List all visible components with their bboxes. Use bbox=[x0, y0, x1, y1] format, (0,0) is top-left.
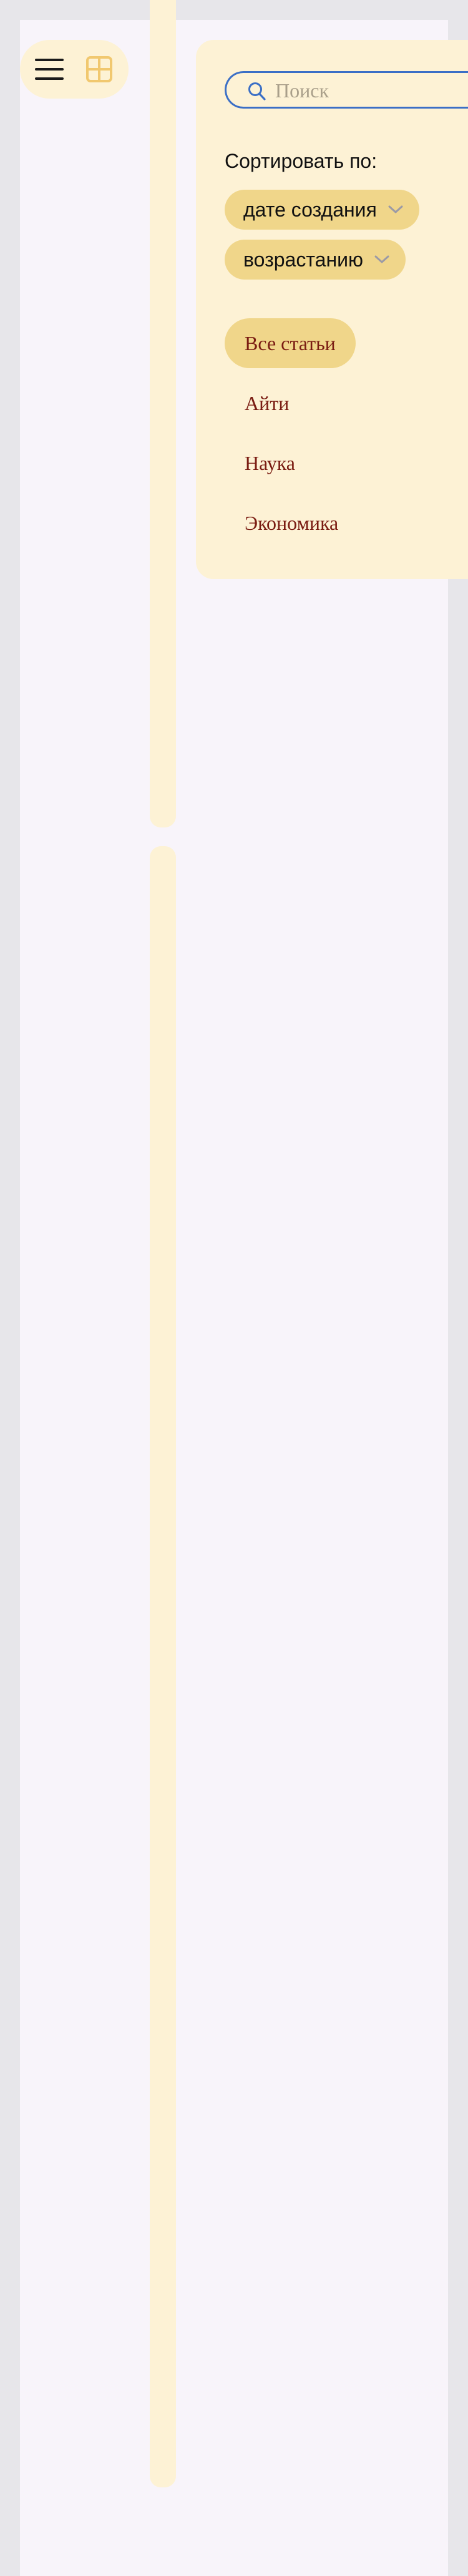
article-card[interactable] bbox=[150, 1630, 176, 2487]
search-input[interactable] bbox=[274, 78, 468, 103]
category-science[interactable]: Наука bbox=[225, 438, 315, 488]
search-field[interactable] bbox=[225, 71, 468, 109]
sort-field-select[interactable]: дате создания bbox=[225, 190, 419, 230]
category-it[interactable]: Айти bbox=[225, 378, 309, 428]
hamburger-menu-icon[interactable] bbox=[35, 56, 65, 82]
article-card[interactable] bbox=[150, 846, 176, 1659]
filter-panel: Сортировать по: дате создания возрастани… bbox=[196, 40, 468, 579]
search-icon bbox=[248, 82, 266, 100]
category-economics[interactable]: Экономика bbox=[225, 498, 358, 548]
sort-order-value: возрастанию bbox=[243, 248, 363, 271]
sort-order-select[interactable]: возрастанию bbox=[225, 240, 406, 280]
sort-label: Сортировать по: bbox=[225, 150, 378, 172]
category-all[interactable]: Все статьи bbox=[225, 318, 356, 368]
sort-field-value: дате создания bbox=[243, 198, 377, 221]
chevron-down-icon bbox=[374, 255, 389, 263]
article-card[interactable] bbox=[150, 0, 176, 827]
view-toggle bbox=[20, 40, 129, 99]
grid-view-icon[interactable] bbox=[86, 56, 112, 82]
chevron-down-icon bbox=[388, 205, 403, 213]
